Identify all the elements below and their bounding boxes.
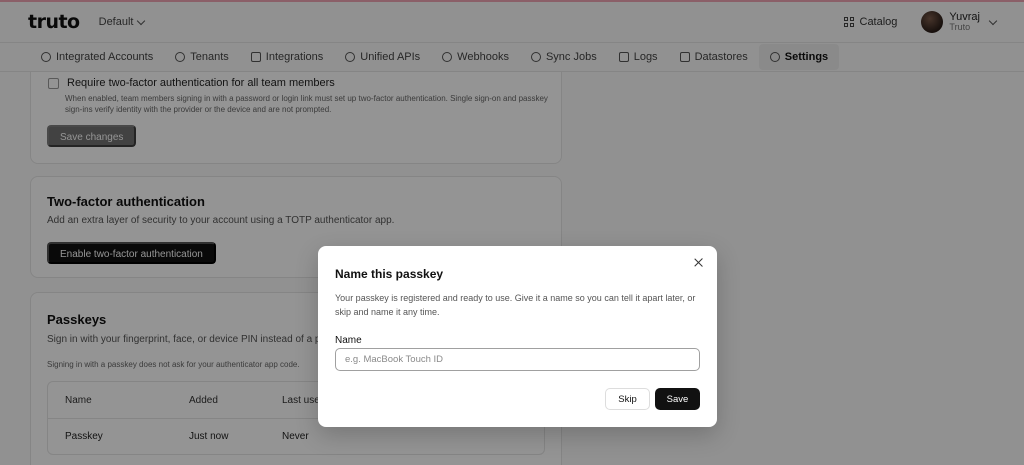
skip-button[interactable]: Skip — [605, 388, 650, 410]
dialog-title: Name this passkey — [335, 267, 444, 281]
name-passkey-dialog: Name this passkey Your passkey is regist… — [318, 246, 717, 427]
close-icon[interactable] — [693, 257, 705, 269]
save-button[interactable]: Save — [655, 388, 700, 410]
passkey-name-input[interactable] — [335, 348, 700, 371]
name-field-label: Name — [335, 335, 362, 346]
dialog-description: Your passkey is registered and ready to … — [335, 293, 696, 317]
